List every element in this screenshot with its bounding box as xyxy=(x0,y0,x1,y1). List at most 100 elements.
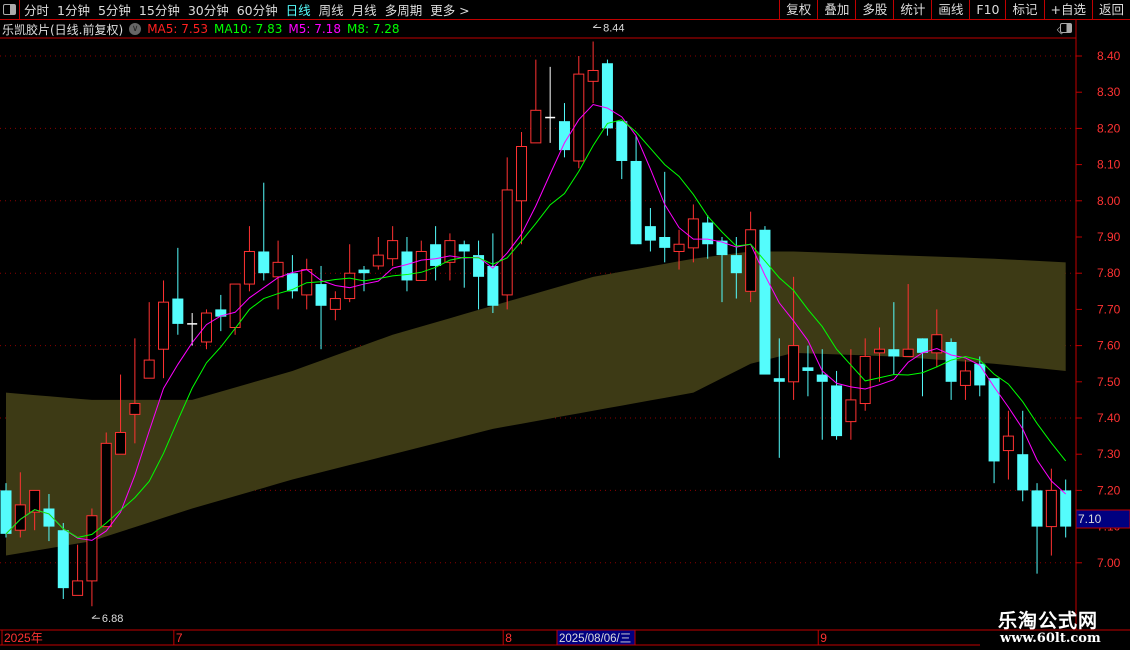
candle-body-up xyxy=(272,261,284,278)
candle xyxy=(558,103,570,158)
y-tick-label: 7.30 xyxy=(1097,447,1121,461)
candle xyxy=(945,338,957,400)
y-tick-label: 8.10 xyxy=(1097,158,1121,172)
candle xyxy=(644,208,656,252)
candle-body-up xyxy=(372,254,384,267)
candle-body-up xyxy=(587,69,599,82)
x-axis-label: 2025年 xyxy=(4,631,43,645)
low_marker-label: 6.88 xyxy=(102,613,123,625)
candle-body-down xyxy=(988,378,1000,462)
candle xyxy=(1060,479,1072,538)
candle xyxy=(1031,483,1043,574)
candle-body-up xyxy=(516,146,528,202)
y-tick-label: 8.40 xyxy=(1097,49,1121,63)
candle-body-up xyxy=(874,348,886,354)
y-tick-label: 7.80 xyxy=(1097,266,1121,280)
candle-body-up xyxy=(501,189,513,296)
candle-body-up xyxy=(902,348,914,357)
y-tick-label: 7.90 xyxy=(1097,230,1121,244)
candle xyxy=(687,204,699,263)
watermark-url: www.60lt.com xyxy=(1000,631,1101,646)
candle xyxy=(616,121,628,180)
candle-body-up xyxy=(143,359,155,379)
candle-body-up xyxy=(845,399,857,423)
candle xyxy=(487,233,499,314)
ma-band xyxy=(6,251,1066,556)
candle-body-down xyxy=(1060,490,1072,527)
candlestick-chart[interactable]: 8.40 8.30 8.20 8.10 8.00 7.90 7.80 7.70 7.60 7.50… xyxy=(0,0,1130,650)
y-tick-label: 7.50 xyxy=(1097,375,1121,389)
candle-body-up xyxy=(745,229,757,292)
candle-body-down xyxy=(630,160,642,245)
high_marker-arrow-icon xyxy=(592,24,602,29)
candle-body-down xyxy=(601,63,613,129)
candle-body-down xyxy=(831,385,843,437)
candle-body-down xyxy=(1017,454,1029,491)
candle xyxy=(702,215,714,259)
candle-body-down xyxy=(430,244,442,266)
candle-body-up xyxy=(72,580,84,596)
candle-body-up xyxy=(29,489,41,513)
candle xyxy=(72,544,84,596)
candle-body-down xyxy=(702,222,714,245)
candle xyxy=(158,280,170,379)
y-tick-label: 7.60 xyxy=(1097,339,1121,353)
x-axis-label: 9 xyxy=(820,631,827,645)
candle-body-up xyxy=(100,442,112,528)
candle-body-up xyxy=(329,298,341,310)
candle xyxy=(845,349,857,440)
candle-body-up xyxy=(788,345,800,383)
candle-body-down xyxy=(315,284,327,306)
y-tick-label: 8.30 xyxy=(1097,85,1121,99)
candle-body-up xyxy=(673,243,685,252)
last-price-label: 7.10 xyxy=(1078,512,1102,526)
candle xyxy=(215,294,227,332)
candle-body-down xyxy=(659,237,671,248)
candle xyxy=(187,313,198,346)
cursor-date-label: 2025/08/06/三 xyxy=(559,633,631,645)
candle xyxy=(172,247,184,335)
candle-body-down xyxy=(358,269,370,274)
candle xyxy=(587,41,599,104)
candle-body-down xyxy=(258,251,270,274)
candle-body-down xyxy=(172,298,184,324)
candle-body-down xyxy=(974,363,986,386)
candle xyxy=(387,226,399,266)
candle-body-down xyxy=(802,367,814,371)
candle-body-down xyxy=(759,229,771,375)
candle xyxy=(329,291,341,321)
high_marker-label: 8.44 xyxy=(603,23,624,35)
candle xyxy=(831,370,843,440)
candle xyxy=(243,226,255,292)
candle xyxy=(659,171,671,263)
candle xyxy=(988,378,1000,484)
y-tick-label: 8.00 xyxy=(1097,194,1121,208)
candle-body-up xyxy=(387,240,399,260)
candle xyxy=(745,211,757,303)
y-tick-label: 7.20 xyxy=(1097,483,1121,497)
watermark-logo: 乐淘公式网 xyxy=(998,610,1099,632)
candle xyxy=(573,56,585,169)
y-tick-label: 7.70 xyxy=(1097,302,1121,316)
candle xyxy=(630,135,642,245)
x-axis-label: 7 xyxy=(176,631,183,645)
candle-body-down xyxy=(0,490,12,534)
candle xyxy=(344,244,356,303)
candle-body-down xyxy=(286,273,298,292)
y-tick-label: 7.40 xyxy=(1097,411,1121,425)
candle-body-up xyxy=(1002,435,1014,452)
candle-body-down xyxy=(487,265,499,306)
x-axis-label: 8 xyxy=(505,631,512,645)
candle-body-up xyxy=(200,312,212,343)
candle-body-down xyxy=(1031,490,1043,527)
candle-body-up xyxy=(1045,489,1057,528)
candle-body-down xyxy=(773,378,785,382)
y-tick-label: 8.20 xyxy=(1097,121,1121,135)
candle xyxy=(501,157,513,310)
y-tick-label: 7.00 xyxy=(1097,556,1121,570)
candle-body-up xyxy=(115,431,127,455)
candle-body-up xyxy=(530,109,542,144)
candle xyxy=(258,182,270,281)
candle-body-up xyxy=(243,250,255,285)
candle-body-up xyxy=(415,250,427,281)
